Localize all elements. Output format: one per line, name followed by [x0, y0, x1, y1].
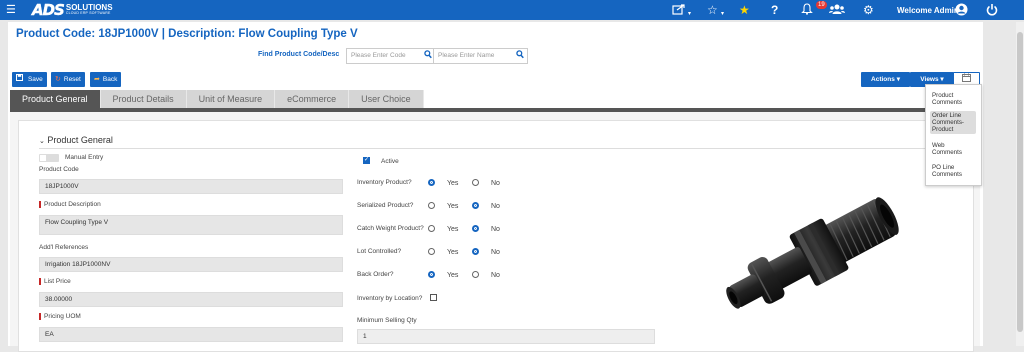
share-caret-icon[interactable]: ▾ — [688, 7, 691, 21]
bell-icon[interactable] — [801, 3, 813, 18]
inventory-product-no-radio[interactable] — [472, 179, 479, 186]
back-order-label: Back Order? — [357, 271, 394, 278]
tab-product-details[interactable]: Product Details — [100, 90, 187, 108]
search-code-icon[interactable] — [424, 50, 432, 61]
caret-down-icon: ▾ — [940, 76, 944, 83]
star-outline-icon[interactable]: ☆ — [707, 3, 718, 17]
product-image — [726, 197, 899, 309]
menu-item-web-comments[interactable]: Web Comments — [930, 141, 976, 157]
tab-user-choice[interactable]: User Choice — [349, 90, 424, 108]
tab-content: ⌄ Product General Manual Entry Product C… — [10, 112, 980, 352]
refs-label: Add'l References — [39, 244, 89, 251]
actions-button[interactable]: Actions ▾ — [861, 72, 910, 87]
reset-button[interactable]: ↻ Reset — [51, 72, 85, 87]
caret-down-icon: ▾ — [896, 76, 900, 83]
user-avatar-icon[interactable] — [955, 3, 968, 19]
logo[interactable]: ADS SOLUTIONS CLOUD ERP SOFTWARE — [32, 1, 113, 19]
tab-bar: Product General Product Details Unit of … — [10, 90, 424, 108]
manual-entry-label: Manual Entry — [65, 154, 104, 161]
tab-product-general[interactable]: Product General — [10, 90, 101, 108]
section-divider — [39, 148, 959, 149]
list-price-label: List Price — [39, 278, 71, 285]
save-icon — [16, 74, 25, 83]
logo-tagline: CLOUD ERP SOFTWARE — [65, 11, 111, 16]
pricing-uom-field[interactable]: EA — [39, 327, 343, 342]
catch-weight-label: Catch Weight Product? — [357, 225, 424, 232]
lot-controlled-no-radio[interactable] — [472, 248, 479, 255]
save-button[interactable]: Save — [12, 72, 47, 87]
find-code-input[interactable]: Please Enter Code — [346, 48, 436, 64]
reset-icon: ↻ — [55, 76, 61, 83]
calendar-icon — [962, 73, 971, 84]
chevron-down-icon: ⌄ — [39, 138, 45, 145]
serialized-product-label: Serialized Product? — [357, 202, 414, 209]
tab-ecommerce[interactable]: eCommerce — [275, 90, 350, 108]
lot-controlled-yes-radio[interactable] — [428, 248, 435, 255]
search-name-icon[interactable] — [516, 50, 524, 61]
serialized-product-no-radio[interactable] — [472, 202, 479, 209]
find-label: Find Product Code/Desc — [258, 51, 340, 58]
menu-item-po-line-comments[interactable]: PO Line Comments — [930, 163, 976, 179]
inv-by-location-label: Inventory by Location? — [357, 295, 423, 302]
active-label: Active — [381, 158, 399, 165]
product-code-label: Product Code — [39, 166, 79, 173]
serialized-product-yes-radio[interactable] — [428, 202, 435, 209]
logo-main: ADS — [32, 1, 65, 19]
active-checkbox[interactable] — [363, 156, 370, 164]
tab-unit-of-measure[interactable]: Unit of Measure — [186, 90, 276, 108]
menu-item-product-comments[interactable]: Product Comments — [930, 91, 976, 107]
inventory-product-label: Inventory Product? — [357, 179, 412, 186]
menu-icon[interactable]: ☰ — [6, 3, 16, 16]
views-dropdown-menu: Product Comments Order Line Comments-Pro… — [925, 84, 982, 186]
inv-by-location-checkbox[interactable] — [430, 294, 437, 301]
share-icon[interactable] — [672, 3, 686, 18]
back-button[interactable]: ➦ Back — [90, 72, 122, 87]
lot-controlled-label: Lot Controlled? — [357, 248, 402, 255]
refs-field[interactable]: Irrigation 18JP1000NV — [39, 257, 343, 272]
favorite-star-icon[interactable]: ★ — [739, 3, 750, 17]
pricing-uom-label: Pricing UOM — [39, 313, 81, 320]
product-general-panel: ⌄ Product General Manual Entry Product C… — [18, 120, 974, 352]
product-code-field[interactable]: 18JP1000V — [39, 179, 343, 194]
manual-entry-toggle[interactable] — [39, 154, 59, 162]
back-order-no-radio[interactable] — [472, 271, 479, 278]
catch-weight-no-radio[interactable] — [472, 225, 479, 232]
inventory-product-yes-radio[interactable] — [428, 179, 435, 186]
notification-badge: 19 — [816, 1, 827, 9]
top-navbar: ☰ ADS SOLUTIONS CLOUD ERP SOFTWARE ▾ ☆ ▾… — [0, 0, 1024, 20]
find-name-input[interactable]: Please Enter Name — [433, 48, 528, 64]
welcome-text[interactable]: Welcome Admin — [897, 6, 959, 15]
section-toggle[interactable]: ⌄ Product General — [39, 135, 113, 145]
power-icon[interactable] — [986, 3, 998, 19]
gear-icon[interactable]: ⚙ — [863, 3, 874, 17]
min-selling-qty-field[interactable]: 1 — [357, 329, 655, 344]
back-order-yes-radio[interactable] — [428, 271, 435, 278]
list-price-field[interactable]: 38.00000 — [39, 292, 343, 307]
page-title: Product Code: 18JP1000V | Description: F… — [16, 28, 358, 40]
page: Product Code: 18JP1000V | Description: F… — [8, 22, 983, 352]
section-title: Product General — [47, 135, 113, 145]
menu-item-order-line-comments[interactable]: Order Line Comments-Product — [930, 111, 976, 134]
scrollbar[interactable] — [1016, 22, 1024, 346]
help-icon[interactable]: ? — [771, 3, 778, 17]
back-icon: ➦ — [94, 76, 100, 83]
min-selling-qty-label: Minimum Selling Qty — [357, 317, 417, 324]
product-description-label: Product Description — [39, 201, 101, 208]
catch-weight-yes-radio[interactable] — [428, 225, 435, 232]
star-caret-icon[interactable]: ▾ — [721, 7, 724, 21]
product-description-field[interactable]: Flow Coupling Type V — [39, 215, 343, 235]
users-icon[interactable] — [829, 3, 845, 18]
